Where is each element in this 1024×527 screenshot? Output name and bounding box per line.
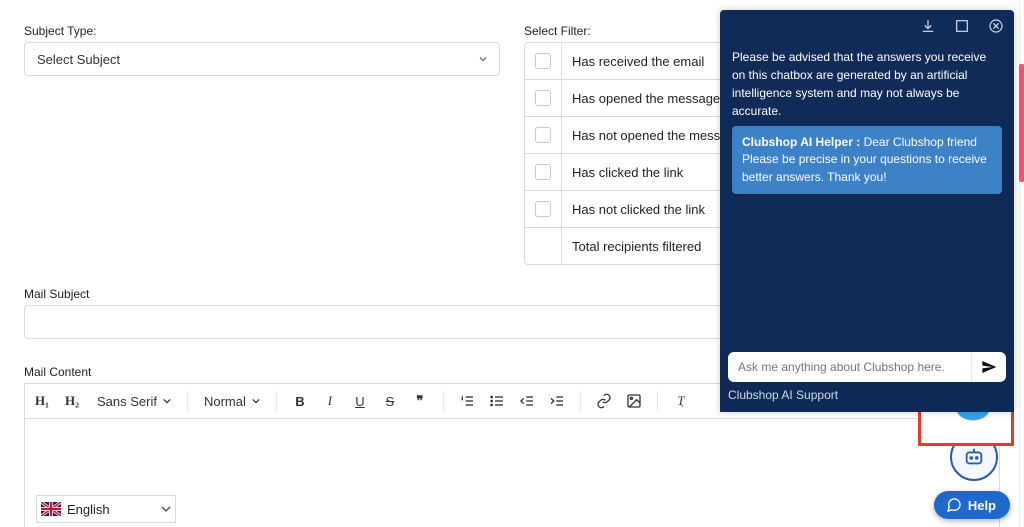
filter-row-label: Has opened the message [562,91,720,106]
uk-flag-icon [41,502,61,516]
chat-send-button[interactable] [971,352,1006,382]
clear-format-button[interactable]: Tₓ [672,392,690,410]
chat-advisory-text: Please be advised that the answers you r… [732,48,1002,120]
h1-button[interactable]: H₁ [33,392,51,410]
help-label: Help [968,498,996,513]
filter-row-label: Has clicked the link [562,165,683,180]
checkbox-icon [535,90,551,106]
chevron-down-icon [163,397,171,405]
filter-empty-cell [525,228,562,264]
chat-support-label: Clubshop AI Support [728,382,1006,402]
toolbar-separator [443,391,444,411]
chat-robot-icon [963,446,985,468]
chevron-down-icon [252,397,260,405]
filter-row-label: Has received the email [562,54,704,69]
filter-checkbox-cell[interactable] [525,154,562,190]
chat-input[interactable] [728,360,971,374]
chat-spacer [732,194,1002,334]
subject-type-label: Subject Type: [24,24,500,38]
toolbar-heading-group: H₁ H₂ [33,392,81,410]
link-button[interactable] [595,392,613,410]
toolbar-separator [187,391,188,411]
chat-body: Please be advised that the answers you r… [720,42,1014,346]
toolbar-clear-group: Tₓ [672,392,690,410]
scroll-indicator[interactable] [1019,64,1024,182]
help-button[interactable]: Help [934,491,1010,519]
chevron-down-icon [477,53,489,65]
unordered-list-button[interactable] [488,392,506,410]
h2-button[interactable]: H₂ [63,392,81,410]
toolbar-separator [657,391,658,411]
page-root: Subject Type: Select Subject Select Filt… [0,0,1024,527]
filter-row-label: Has not opened the message [562,128,742,143]
toolbar-insert-group [595,392,643,410]
checkbox-icon [535,53,551,69]
toolbar-separator [276,391,277,411]
outdent-button[interactable] [518,392,536,410]
chat-header [720,10,1014,42]
chat-input-row [728,352,1006,382]
font-size-select[interactable]: Normal [202,394,262,409]
italic-button[interactable]: I [321,392,339,410]
checkbox-icon [535,127,551,143]
checkbox-icon [535,201,551,217]
chat-helper-name: Clubshop AI Helper : [742,135,860,149]
filter-checkbox-cell[interactable] [525,117,562,153]
ai-chat-widget: Please be advised that the answers you r… [720,10,1014,412]
font-family-value: Sans Serif [97,394,157,409]
subject-select[interactable]: Select Subject [24,42,500,76]
ordered-list-button[interactable] [458,392,476,410]
expand-icon[interactable] [954,18,970,34]
indent-button[interactable] [548,392,566,410]
filter-checkbox-cell[interactable] [525,80,562,116]
font-family-select[interactable]: Sans Serif [95,394,173,409]
language-label: English [67,502,110,517]
blockquote-button[interactable]: ❞ [411,392,429,410]
toolbar-list-group [458,392,566,410]
close-icon[interactable] [988,18,1004,34]
filter-checkbox-cell[interactable] [525,43,562,79]
subject-select-value: Select Subject [37,52,120,67]
language-selector[interactable]: English [36,495,176,523]
filter-row-label: Has not clicked the link [562,202,705,217]
bold-button[interactable]: B [291,392,309,410]
font-size-value: Normal [204,394,246,409]
filter-checkbox-cell[interactable] [525,191,562,227]
chevron-down-icon [161,504,171,514]
toolbar-text-style-group: B I U S ❞ [291,392,429,410]
underline-button[interactable]: U [351,392,369,410]
filter-row-label: Total recipients filtered [562,239,701,254]
chat-ai-message: Clubshop AI Helper : Dear Clubshop frien… [732,126,1002,194]
subject-type-column: Subject Type: Select Subject [24,24,500,265]
checkbox-icon [535,164,551,180]
download-icon[interactable] [920,18,936,34]
chat-icon [946,497,962,513]
toolbar-separator [580,391,581,411]
chat-input-section: Clubshop AI Support [720,346,1014,412]
image-button[interactable] [625,392,643,410]
strikethrough-button[interactable]: S [381,392,399,410]
